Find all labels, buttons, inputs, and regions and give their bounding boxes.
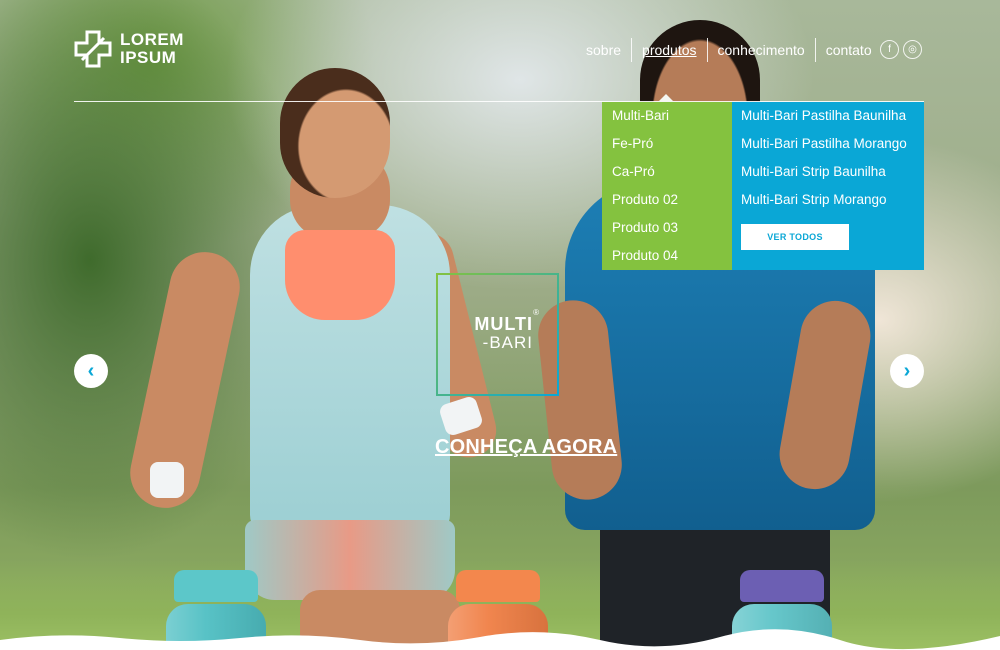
logo-text: LOREM IPSUM: [120, 31, 184, 67]
menu-item-strip-baunilha[interactable]: Multi-Bari Strip Baunilha: [741, 162, 924, 190]
nav-contato[interactable]: contato: [816, 38, 882, 62]
registered-mark: ®: [533, 308, 539, 317]
products-list: Multi-Bari Fe-Pró Ca-Pró Produto 02 Prod…: [602, 102, 732, 270]
menu-item-multi-bari[interactable]: Multi-Bari: [602, 106, 732, 134]
menu-item-produto-04[interactable]: Produto 04: [602, 246, 732, 274]
bottom-wave: [0, 629, 1000, 650]
facebook-icon[interactable]: f: [880, 40, 899, 59]
logo-line: IPSUM: [120, 48, 177, 67]
menu-item-ca-pro[interactable]: Ca-Pró: [602, 162, 732, 190]
wristband: [150, 462, 184, 498]
brand-logo: MULTI -BARI ®: [463, 308, 539, 353]
chevron-left-icon: ‹: [87, 359, 95, 382]
menu-item-fe-pro[interactable]: Fe-Pró: [602, 134, 732, 162]
brand-line: MULTI: [474, 314, 533, 334]
brand-line: -BARI: [482, 333, 533, 352]
logo-line: LOREM: [120, 30, 184, 49]
site-logo[interactable]: LOREM IPSUM: [74, 30, 184, 68]
cross-logo-icon: [74, 30, 112, 68]
chevron-right-icon: ›: [903, 359, 911, 382]
menu-item-produto-03[interactable]: Produto 03: [602, 218, 732, 246]
carousel-next-button[interactable]: ›: [890, 354, 924, 388]
menu-item-pastilha-baunilha[interactable]: Multi-Bari Pastilha Baunilha: [741, 106, 924, 134]
menu-item-produto-02[interactable]: Produto 02: [602, 190, 732, 218]
ver-todos-button[interactable]: VER TODOS: [741, 224, 849, 250]
woman-sports-bra: [285, 230, 395, 320]
carousel-prev-button[interactable]: ‹: [74, 354, 108, 388]
instagram-icon[interactable]: ◎: [903, 40, 922, 59]
menu-item-strip-morango[interactable]: Multi-Bari Strip Morango: [741, 190, 924, 218]
woman-head: [280, 68, 390, 198]
conheca-agora-link[interactable]: CONHEÇA AGORA: [435, 436, 617, 459]
woman-arm: [123, 245, 247, 515]
main-nav: sobre produtos conhecimento contato: [586, 38, 882, 62]
nav-sobre[interactable]: sobre: [586, 38, 633, 62]
nav-produtos[interactable]: produtos: [632, 38, 708, 62]
variants-list: Multi-Bari Pastilha Baunilha Multi-Bari …: [732, 102, 924, 270]
menu-item-pastilha-morango[interactable]: Multi-Bari Pastilha Morango: [741, 134, 924, 162]
social-links: f ◎: [880, 40, 922, 59]
woman-shorts: [245, 520, 455, 600]
nav-conhecimento[interactable]: conhecimento: [708, 38, 816, 62]
products-dropdown: Multi-Bari Fe-Pró Ca-Pró Produto 02 Prod…: [602, 94, 924, 270]
